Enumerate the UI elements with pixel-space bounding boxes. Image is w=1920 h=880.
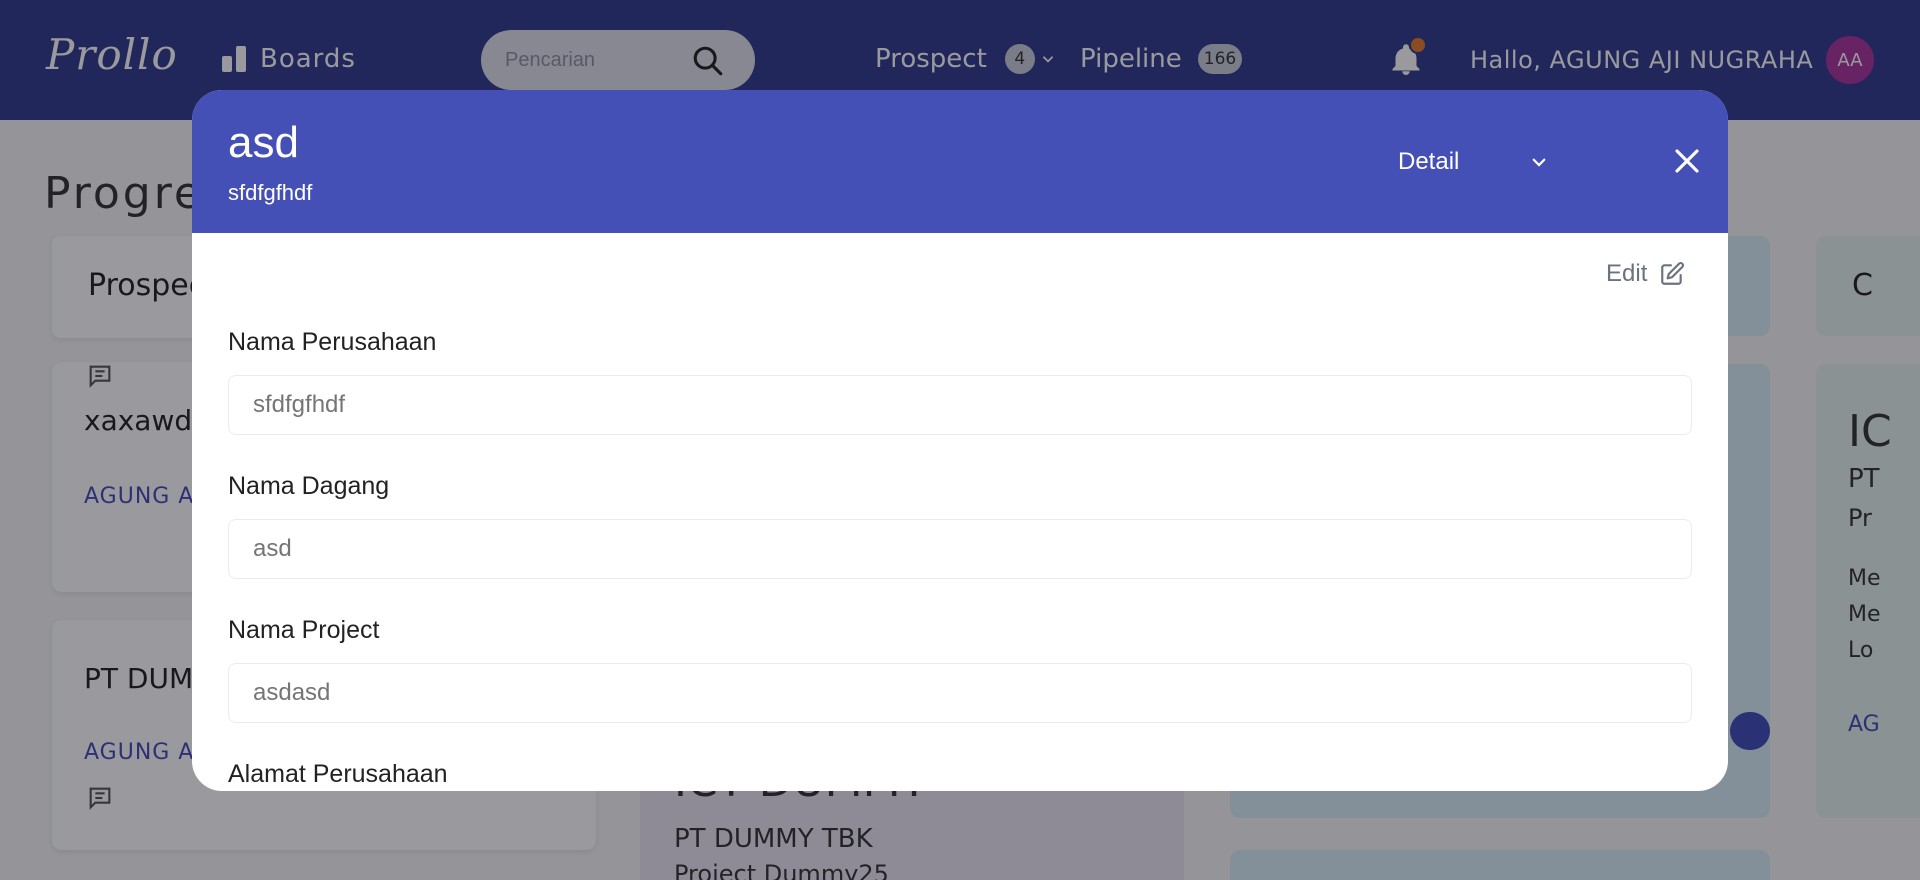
- chevron-down-icon: [1532, 158, 1546, 167]
- nama-dagang-field[interactable]: [228, 519, 1692, 579]
- edit-icon: [1661, 262, 1685, 285]
- nama-project-field[interactable]: [228, 663, 1692, 723]
- prospect-detail-modal: asd sfdfgfhdf Detail Edit Nama Perusahaa…: [192, 90, 1728, 791]
- modal-subtitle: sfdfgfhdf: [228, 180, 313, 205]
- field-label-nama-perusahaan: Nama Perusahaan: [228, 328, 437, 356]
- view-mode-label: Detail: [1398, 148, 1460, 175]
- close-icon[interactable]: [1672, 146, 1702, 176]
- modal-title: asd: [228, 118, 299, 167]
- edit-button[interactable]: Edit: [1606, 260, 1685, 288]
- field-label-alamat-perusahaan: Alamat Perusahaan: [228, 760, 448, 788]
- modal-header: asd sfdfgfhdf Detail: [192, 90, 1728, 233]
- field-label-nama-dagang: Nama Dagang: [228, 472, 390, 500]
- nama-perusahaan-field[interactable]: [228, 375, 1692, 435]
- edit-label: Edit: [1606, 260, 1648, 287]
- view-mode-select[interactable]: Detail: [1398, 144, 1548, 180]
- field-label-nama-project: Nama Project: [228, 616, 380, 644]
